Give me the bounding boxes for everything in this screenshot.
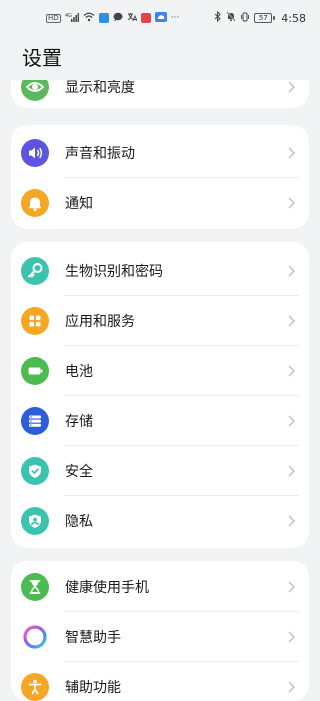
settings-item-label: 安全 <box>65 464 93 480</box>
page-title: 设置 <box>22 46 62 70</box>
bell-icon <box>21 189 49 217</box>
settings-item-battery[interactable]: 电池 <box>11 346 309 396</box>
app-icon <box>140 13 151 23</box>
chevron-right-icon <box>283 197 299 209</box>
storage-icon <box>21 407 49 435</box>
chevron-right-icon <box>283 415 299 427</box>
status-right: 57 4:58 <box>214 10 306 25</box>
settings-item-biometrics-password[interactable]: 生物识别和密码 <box>11 246 309 296</box>
battery-indicator: 57 <box>254 13 276 23</box>
settings-group-sound-notifications: 声音和振动 通知 <box>11 125 309 229</box>
mute-icon <box>226 11 236 25</box>
key-icon <box>21 257 49 285</box>
accessibility-icon <box>21 673 49 701</box>
settings-group-wellbeing: 健康使用手机 智慧助手 辅助功能 <box>11 561 309 701</box>
settings-item-label: 生物识别和密码 <box>65 264 163 280</box>
settings-item-label: 存储 <box>65 414 93 430</box>
chevron-right-icon <box>283 581 299 593</box>
settings-item-sound-vibration[interactable]: 声音和振动 <box>11 128 309 178</box>
settings-item-label: 隐私 <box>65 514 93 530</box>
assistant-ring-icon <box>21 623 49 651</box>
settings-item-privacy[interactable]: 隐私 <box>11 496 309 546</box>
chevron-right-icon <box>283 465 299 477</box>
settings-item-apps-services[interactable]: 应用和服务 <box>11 296 309 346</box>
status-bar: HD 4G ··· 57 4:58 <box>0 0 320 36</box>
settings-item-label: 智慧助手 <box>65 630 121 646</box>
chevron-right-icon <box>283 515 299 527</box>
hd-icon: HD <box>46 13 61 23</box>
translate-icon <box>127 12 138 25</box>
settings-item-label: 声音和振动 <box>65 146 135 162</box>
more-icon: ··· <box>170 12 180 23</box>
settings-item-label: 辅助功能 <box>65 680 121 696</box>
settings-item-label: 通知 <box>65 196 93 212</box>
settings-group-security-apps: 生物识别和密码 应用和服务 电池 存储 安全 隐私 <box>11 242 309 548</box>
vibrate-icon <box>240 12 250 25</box>
chevron-right-icon <box>283 631 299 643</box>
apps-grid-icon <box>21 307 49 335</box>
settings-item-storage[interactable]: 存储 <box>11 396 309 446</box>
bluetooth-icon <box>214 10 222 25</box>
settings-item-accessibility[interactable]: 辅助功能 <box>11 662 309 701</box>
battery-level: 57 <box>254 13 273 23</box>
settings-item-digital-balance[interactable]: 健康使用手机 <box>11 562 309 612</box>
status-left: HD 4G ··· <box>46 11 180 25</box>
app-icon <box>98 13 109 23</box>
settings-item-notifications[interactable]: 通知 <box>11 178 309 228</box>
battery-icon <box>21 357 49 385</box>
hourglass-icon <box>21 573 49 601</box>
signal-icon: 4G <box>65 12 79 25</box>
chevron-right-icon <box>283 81 299 93</box>
wifi-icon <box>83 12 95 25</box>
settings-item-label: 电池 <box>65 364 93 380</box>
settings-item-smart-assistant[interactable]: 智慧助手 <box>11 612 309 662</box>
signal-label: 4G <box>65 13 72 19</box>
settings-item-label: 应用和服务 <box>65 314 135 330</box>
privacy-shield-icon <box>21 507 49 535</box>
chevron-right-icon <box>283 315 299 327</box>
speaker-icon <box>21 139 49 167</box>
chevron-right-icon <box>283 265 299 277</box>
cloud-icon <box>154 11 167 25</box>
settings-item-security[interactable]: 安全 <box>11 446 309 496</box>
message-icon <box>113 12 123 25</box>
settings-item-label: 显示和亮度 <box>65 80 135 96</box>
chevron-right-icon <box>283 365 299 377</box>
settings-item-label: 健康使用手机 <box>65 580 149 596</box>
chevron-right-icon <box>283 147 299 159</box>
clock: 4:58 <box>281 11 306 25</box>
shield-check-icon <box>21 457 49 485</box>
